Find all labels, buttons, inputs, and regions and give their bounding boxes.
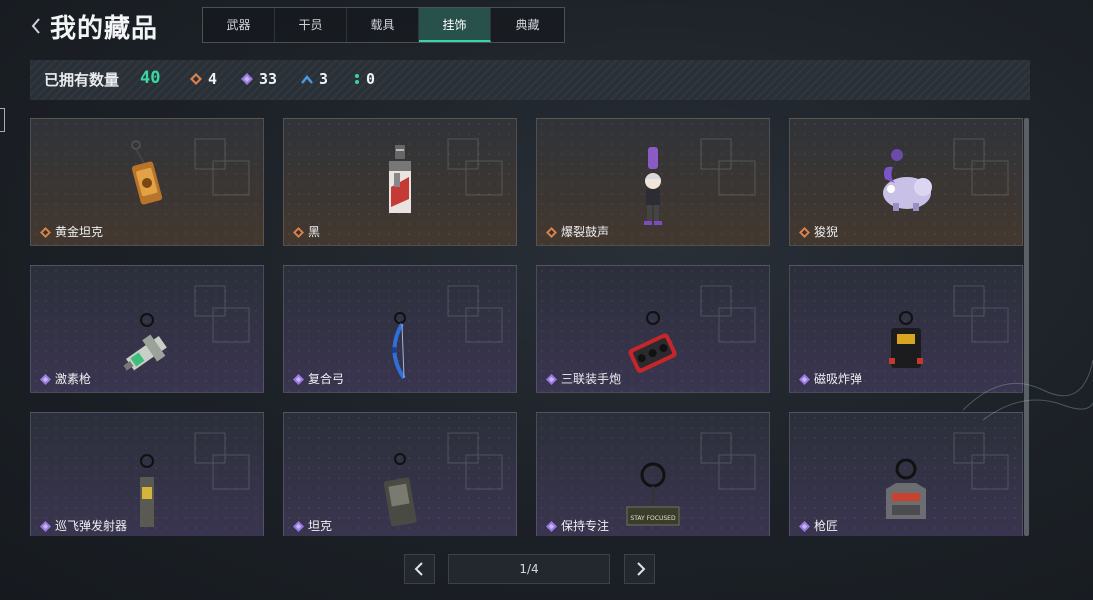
drum-figure-charm-icon [644,147,662,225]
blue-chevron-icon [301,75,313,84]
green-dots-icon [355,74,359,84]
chevron-right-icon [637,562,646,576]
charm-name: 激素枪 [55,372,92,386]
rarity-blue-count: 3 [301,70,328,88]
gunsmith-charm-icon [886,458,926,519]
owned-count-label: 已拥有数量 [44,71,120,89]
purple-diamond-icon [799,374,810,385]
hormone-gun-charm-icon [123,313,167,371]
charm-card[interactable]: 三联装手炮 [536,265,770,393]
tab-vehicles[interactable]: 载具 [347,8,419,42]
prev-page-button[interactable] [404,554,435,584]
charm-card[interactable]: 黑 [283,118,517,246]
lion-beast-charm-icon [883,149,932,211]
charm-name: 坦克 [308,519,333,533]
rarity-orange-count: 4 [190,70,217,88]
charm-card[interactable]: 激素枪 [30,265,264,393]
orange-diamond-icon [546,227,557,238]
tab-operators[interactable]: 干员 [275,8,347,42]
charm-name: 保持专注 [561,519,610,533]
side-marker [0,108,5,132]
charm-name: 磁吸炸弹 [814,372,863,386]
orange-diamond-icon [190,73,202,85]
page-indicator: 1/4 [448,554,610,584]
charm-name: 复合弓 [308,372,345,386]
charm-card[interactable]: 黄金坦克 [30,118,264,246]
orange-diamond-icon [799,227,810,238]
hand-cannon-charm-icon [628,311,677,373]
charm-name: 爆裂鼓声 [561,225,610,239]
purple-diamond-icon [40,521,51,532]
purple-diamond-icon [546,521,557,532]
charm-card[interactable]: 狻猊 [789,118,1023,246]
purple-diamond-icon [293,374,304,385]
svg-text:STAY FOCUSED: STAY FOCUSED [630,515,676,522]
chevron-left-icon [414,562,423,576]
charm-card[interactable]: 复合弓 [283,265,517,393]
tank-charm-icon [383,453,417,527]
charm-card[interactable]: 枪匠 [789,412,1023,536]
purple-diamond-icon [40,374,51,385]
stay-focused-charm-icon: STAY FOCUSED [626,462,680,526]
black-tag-charm-icon [389,145,411,213]
page-title: 我的藏品 [50,14,159,44]
purple-diamond-icon [241,73,253,85]
charm-card[interactable]: STAY FOCUSED 保持专注 [536,412,770,536]
grid-scrollbar[interactable] [1024,118,1029,536]
charm-name: 黄金坦克 [55,225,104,239]
charm-name: 黑 [308,225,321,239]
tab-weapons[interactable]: 武器 [203,8,275,42]
smoke-wisp-decoration [963,359,1093,421]
charm-grid: 黄金坦克 黑 爆裂鼓声 狻猊 激素枪 复合弓 三联装手炮 磁吸炸弹 巡飞弹发射器… [30,118,1024,536]
rarity-green-count: 0 [354,70,375,88]
loitering-launcher-charm-icon [140,454,154,527]
charm-name: 三联装手炮 [561,372,622,386]
charm-card[interactable]: 巡飞弹发射器 [30,412,264,536]
orange-diamond-icon [293,227,304,238]
charm-name: 巡飞弹发射器 [55,519,128,533]
back-button[interactable] [28,14,46,38]
tab-charms[interactable]: 挂饰 [419,8,491,42]
charm-card[interactable]: 坦克 [283,412,517,536]
next-page-button[interactable] [624,554,655,584]
purple-diamond-icon [546,374,557,385]
charm-card[interactable]: 爆裂鼓声 [536,118,770,246]
rarity-purple-count: 33 [241,70,277,88]
category-tabs: 武器 干员 载具 挂饰 典藏 [202,7,565,43]
charm-name: 枪匠 [814,519,839,533]
tab-collection[interactable]: 典藏 [491,8,564,42]
orange-diamond-icon [40,227,51,238]
magnetic-bomb-charm-icon [889,311,923,368]
golden-tank-charm-icon [131,140,163,205]
charm-name: 狻猊 [814,225,839,239]
purple-diamond-icon [799,521,810,532]
owned-count-value: 40 [140,68,161,88]
purple-diamond-icon [293,521,304,532]
owned-stats-bar: 已拥有数量 40 4 33 3 0 [30,60,1030,100]
chevron-left-icon [31,18,40,34]
compound-bow-charm-icon [391,312,406,380]
